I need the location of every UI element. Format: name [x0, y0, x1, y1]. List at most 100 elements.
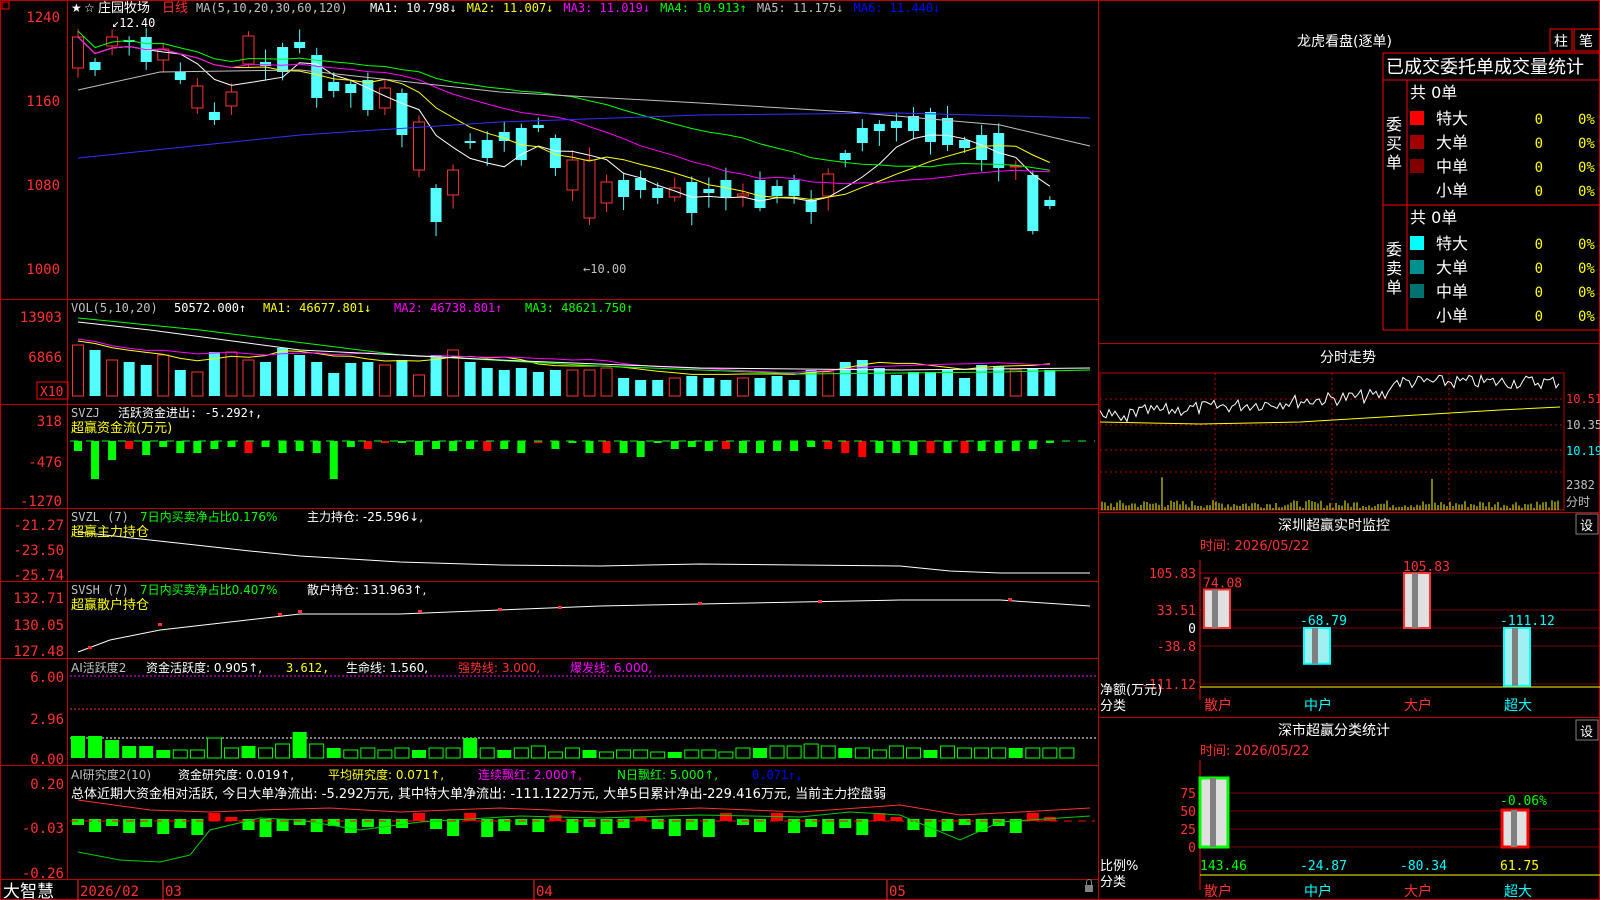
- vol-bar-up: [225, 351, 238, 397]
- activity-bar: [582, 750, 597, 758]
- legend-swatch: [1410, 111, 1424, 125]
- ai1-value: 3.612,: [286, 661, 329, 675]
- flow-bar: [909, 441, 918, 455]
- research-bar-green: [805, 819, 818, 827]
- activity-bar-hollow: [223, 747, 239, 759]
- ma20-line: [77, 36, 1050, 185]
- price-candlestick-chart[interactable]: [72, 28, 1091, 237]
- ai1-tick-1: 6.00: [30, 670, 64, 686]
- research-bar-red: [719, 813, 732, 821]
- activity-bar-hollow: [513, 747, 529, 759]
- monitor-value: -111.12: [1500, 614, 1555, 629]
- activity-bar-hollow: [309, 743, 325, 759]
- flow-bar: [858, 441, 867, 457]
- monitor-value: 105.83: [1403, 560, 1450, 575]
- candle-down: [532, 125, 544, 128]
- flow-bar: [91, 441, 100, 479]
- activity-bar-hollow: [803, 743, 819, 759]
- ai1-strong-line: 强势线: 3.000,: [458, 661, 540, 675]
- vol-bar-down: [481, 368, 493, 396]
- row-count: 0: [1535, 160, 1543, 176]
- svzl-main-holding-chart[interactable]: [77, 531, 1090, 574]
- legend-swatch: [1410, 135, 1424, 149]
- svzj-subtitle: 超赢资金流(万元): [71, 420, 172, 436]
- sell-total: 共 0单: [1410, 208, 1457, 227]
- candle-down: [959, 140, 971, 148]
- period-label[interactable]: 日线: [162, 1, 188, 16]
- vol-bar-up: [668, 377, 681, 397]
- monitor-category: 大户: [1404, 697, 1432, 714]
- flow-bar: [687, 441, 696, 447]
- stock-name[interactable]: 庄园牧场: [98, 0, 150, 16]
- price-tick-1000: 1000: [26, 262, 60, 278]
- retail-marker: [698, 602, 702, 605]
- vol-bar-down: [925, 372, 936, 396]
- intraday-tick-2: 10.35: [1566, 418, 1600, 432]
- candle-up: [225, 91, 238, 107]
- corner-box-icon[interactable]: [1, 1, 10, 10]
- candle-up: [822, 173, 835, 197]
- ai1-burst-line: 爆发线: 6.000,: [570, 660, 652, 675]
- classify-value: -24.87: [1300, 859, 1347, 874]
- row-count: 0: [1535, 112, 1543, 128]
- classify-bar-shade: [1511, 810, 1517, 847]
- activity-bar: [139, 746, 154, 758]
- flow-bar: [329, 441, 338, 479]
- vol-bar-down: [345, 363, 357, 396]
- candle-up: [191, 85, 204, 109]
- svzl-tick-1: -21.27: [13, 518, 64, 534]
- intraday-vol-tick: 2382: [1566, 478, 1595, 492]
- buy-row-label: 中单: [1436, 157, 1468, 176]
- flow-bar: [841, 441, 850, 453]
- svzj-money-flow-chart[interactable]: [70, 440, 1095, 479]
- ai-research-chart[interactable]: [70, 799, 1095, 863]
- candle-up: [600, 181, 613, 204]
- vertical-char: 委: [1386, 240, 1402, 259]
- ai1-tick-2: 2.96: [30, 712, 64, 728]
- activity-bar-hollow: [189, 749, 205, 759]
- candle-up: [447, 169, 460, 196]
- candle-down: [942, 118, 954, 145]
- candle-down: [345, 84, 357, 93]
- monitor-category: 散户: [1204, 697, 1232, 714]
- vol-bar-down: [686, 376, 698, 396]
- intraday-chart[interactable]: [1099, 373, 1564, 510]
- activity-bar-hollow: [1025, 747, 1041, 759]
- ai-activity-chart[interactable]: [70, 675, 1098, 759]
- candle-up: [72, 36, 84, 69]
- volume-chart[interactable]: [72, 317, 1091, 397]
- price-tick-1240: 1240: [26, 10, 60, 26]
- flow-bar: [960, 441, 969, 453]
- lock-icon[interactable]: [1085, 885, 1093, 892]
- classify-value: 143.46: [1200, 859, 1247, 874]
- activity-bar-hollow: [684, 749, 700, 759]
- ma-value-3: MA3: 11.019↓: [563, 1, 650, 15]
- candle-down: [703, 189, 715, 193]
- svzl-title: SVZL (7): [71, 510, 129, 524]
- activity-bar: [497, 750, 512, 758]
- classify-bar-chart[interactable]: 75 50 25 0 -0.06% 143.46 散户 -24.87 中户 -80.34 大户 61.…: [1180, 760, 1600, 900]
- flow-bar: [415, 441, 423, 455]
- candle-up: [566, 159, 579, 191]
- monitor-value: 74.08: [1203, 577, 1242, 592]
- retail-marker: [298, 610, 302, 613]
- ma-values: MA1: 10.798↓ MA2: 11.007↓ MA3: 11.019↓ MA4:…: [370, 1, 940, 15]
- flow-bar: [824, 441, 833, 449]
- ai2-research: 资金研究度: 0.019↑,: [178, 767, 294, 782]
- pen-mode-label: 笔: [1579, 34, 1593, 50]
- candle-down: [839, 153, 851, 160]
- research-bar-red: [890, 817, 903, 821]
- flow-bar: [602, 441, 611, 453]
- flow-bar: [585, 441, 594, 453]
- flow-bar: [312, 441, 321, 453]
- vol-bar-down: [277, 348, 289, 396]
- vol-bar-down: [89, 350, 101, 396]
- flow-bar: [773, 441, 782, 451]
- row-percent: 0%: [1578, 309, 1595, 325]
- svsh-retail-holding-chart[interactable]: [77, 598, 1091, 653]
- monitor-tick: -38.8: [1157, 640, 1196, 655]
- legend-swatch: [1410, 284, 1424, 298]
- monitor-bar-chart[interactable]: 105.83 33.51 0 -38.8 -111.12 74.08 散户 -68.79 中户 1…: [1141, 560, 1600, 714]
- row-percent: 0%: [1578, 237, 1595, 253]
- vol-bar-up: [157, 354, 170, 397]
